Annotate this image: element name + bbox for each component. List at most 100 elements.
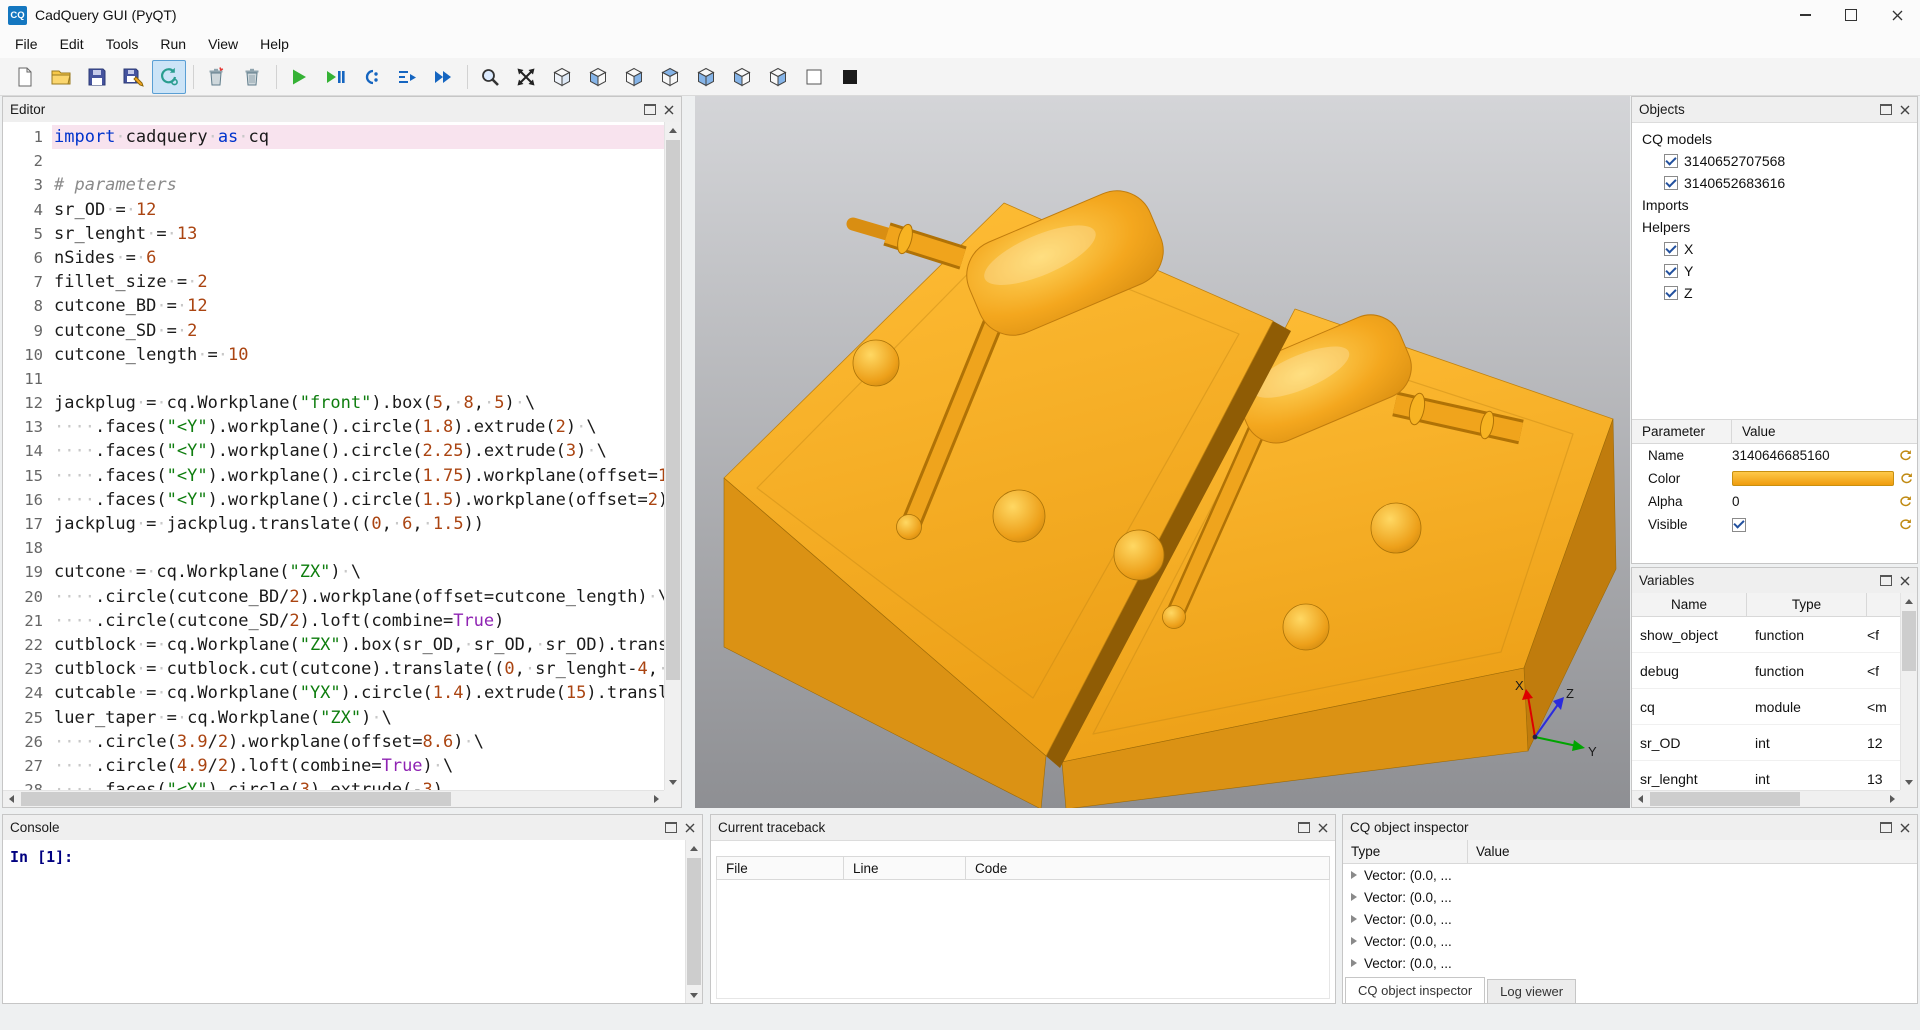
right-view-button[interactable] [761, 60, 795, 94]
console-input-area[interactable]: In [1]: [3, 840, 685, 1003]
float-icon[interactable] [1880, 822, 1892, 833]
code-line-22[interactable]: 22cutblock·=·cq.Workplane("ZX").box(sr_O… [3, 633, 664, 657]
editor-vertical-scrollbar[interactable] [664, 122, 681, 790]
close-icon[interactable] [1318, 823, 1328, 833]
variable-row-sr_OD[interactable]: sr_ODint12 [1632, 725, 1900, 761]
float-icon[interactable] [1298, 822, 1310, 833]
step-in-button[interactable] [390, 60, 424, 94]
iso-view-button[interactable] [545, 60, 579, 94]
scrollbar-thumb[interactable] [21, 792, 451, 806]
save-button[interactable] [80, 60, 114, 94]
code-line-19[interactable]: 19cutcone·=·cq.Workplane("ZX")·\ [3, 560, 664, 584]
scrollbar-thumb[interactable] [1650, 792, 1800, 806]
menu-help[interactable]: Help [249, 30, 300, 58]
color-swatch[interactable] [1732, 471, 1894, 486]
code-line-12[interactable]: 12jackplug·=·cq.Workplane("front").box(5… [3, 391, 664, 415]
tree-item-3140652683616[interactable]: 3140652683616 [1632, 172, 1917, 194]
save-as-button[interactable] [116, 60, 150, 94]
code-line-5[interactable]: 5sr_lenght·=·13 [3, 222, 664, 246]
menu-edit[interactable]: Edit [49, 30, 95, 58]
code-line-11[interactable]: 11 [3, 367, 664, 391]
inspector-row-2[interactable]: Vector: (0.0, ... [1343, 886, 1917, 908]
clear-button[interactable] [199, 60, 233, 94]
code-line-6[interactable]: 6nSides·=·6 [3, 246, 664, 270]
close-icon[interactable] [1900, 823, 1910, 833]
close-icon[interactable] [685, 823, 695, 833]
menu-view[interactable]: View [197, 30, 249, 58]
reset-icon[interactable] [1893, 449, 1917, 462]
tree-item-y[interactable]: Y [1632, 260, 1917, 282]
tab-cq-object-inspector[interactable]: CQ object inspector [1345, 977, 1485, 1003]
float-icon[interactable] [644, 104, 656, 115]
viewport-3d[interactable]: X Z Y [695, 96, 1630, 808]
code-line-16[interactable]: 16····.faces("<Y").workplane().circle(1.… [3, 488, 664, 512]
variable-row-debug[interactable]: debugfunction<f [1632, 653, 1900, 689]
code-line-7[interactable]: 7fillet_size·=·2 [3, 270, 664, 294]
autoreload-button[interactable] [152, 60, 186, 94]
checkbox[interactable] [1664, 176, 1678, 190]
menu-run[interactable]: Run [149, 30, 197, 58]
variable-row-cq[interactable]: cqmodule<m [1632, 689, 1900, 725]
code-line-24[interactable]: 24cutcable·=·cq.Workplane("YX").circle(1… [3, 681, 664, 705]
front-view-button[interactable] [581, 60, 615, 94]
code-line-26[interactable]: 26····.circle(3.9/2).workplane(offset=8.… [3, 730, 664, 754]
run-button[interactable] [282, 60, 316, 94]
wireframe-button[interactable] [797, 60, 831, 94]
scrollbar-thumb[interactable] [1902, 611, 1916, 671]
float-icon[interactable] [665, 822, 677, 833]
expand-icon[interactable] [1351, 915, 1357, 923]
console-vertical-scrollbar[interactable] [685, 840, 702, 1003]
code-line-25[interactable]: 25luer_taper·=·cq.Workplane("ZX")·\ [3, 706, 664, 730]
fit-zoom-button[interactable] [473, 60, 507, 94]
close-icon[interactable] [1900, 576, 1910, 586]
code-editor[interactable]: 1import·cadquery·as·cq23# parameters4sr_… [3, 122, 664, 790]
code-line-13[interactable]: 13····.faces("<Y").workplane().circle(1.… [3, 415, 664, 439]
code-line-8[interactable]: 8cutcone_BD·=·12 [3, 294, 664, 318]
checkbox[interactable] [1664, 286, 1678, 300]
tab-log-viewer[interactable]: Log viewer [1487, 979, 1576, 1003]
checkbox[interactable] [1664, 264, 1678, 278]
tree-item-z[interactable]: Z [1632, 282, 1917, 304]
code-line-1[interactable]: 1import·cadquery·as·cq [3, 125, 664, 149]
tree-item-imports[interactable]: Imports [1632, 194, 1917, 216]
code-line-18[interactable]: 18 [3, 536, 664, 560]
close-icon[interactable] [1900, 105, 1910, 115]
top-view-button[interactable] [653, 60, 687, 94]
maximize-button[interactable] [1828, 0, 1874, 30]
reset-icon[interactable] [1894, 472, 1918, 485]
code-line-15[interactable]: 15····.faces("<Y").workplane().circle(1.… [3, 464, 664, 488]
close-icon[interactable] [664, 105, 674, 115]
code-line-9[interactable]: 9cutcone_SD·=·2 [3, 319, 664, 343]
reset-icon[interactable] [1893, 518, 1917, 531]
tree-item-cq-models[interactable]: CQ models [1632, 128, 1917, 150]
float-icon[interactable] [1880, 575, 1892, 586]
expand-icon[interactable] [1351, 937, 1357, 945]
menu-tools[interactable]: Tools [95, 30, 150, 58]
debug-button[interactable] [318, 60, 352, 94]
continue-button[interactable] [426, 60, 460, 94]
tree-item-helpers[interactable]: Helpers [1632, 216, 1917, 238]
code-line-23[interactable]: 23cutblock·=·cutblock.cut(cutcone).trans… [3, 657, 664, 681]
scrollbar-thumb[interactable] [666, 140, 680, 680]
menu-file[interactable]: File [4, 30, 49, 58]
float-icon[interactable] [1880, 104, 1892, 115]
code-line-4[interactable]: 4sr_OD·=·12 [3, 198, 664, 222]
code-line-20[interactable]: 20····.circle(cutcone_BD/2).workplane(of… [3, 585, 664, 609]
fit-all-button[interactable] [509, 60, 543, 94]
visible-checkbox[interactable] [1732, 518, 1746, 532]
checkbox[interactable] [1664, 242, 1678, 256]
code-line-21[interactable]: 21····.circle(cutcone_SD/2).loft(combine… [3, 609, 664, 633]
code-line-28[interactable]: 28····.faces("<Y").circle(3).extrude(-3) [3, 778, 664, 790]
expand-icon[interactable] [1351, 893, 1357, 901]
delete-button[interactable] [235, 60, 269, 94]
scrollbar-thumb[interactable] [687, 858, 701, 985]
bottom-view-button[interactable] [689, 60, 723, 94]
new-file-button[interactable] [8, 60, 42, 94]
editor-horizontal-scrollbar[interactable] [3, 790, 664, 807]
inspector-row-4[interactable]: Vector: (0.0, ... [1343, 930, 1917, 952]
variables-horizontal-scrollbar[interactable] [1632, 790, 1900, 807]
code-line-27[interactable]: 27····.circle(4.9/2).loft(combine=True)·… [3, 754, 664, 778]
inspector-row-1[interactable]: Vector: (0.0, ... [1343, 864, 1917, 886]
variable-row-sr_lenght[interactable]: sr_lenghtint13 [1632, 761, 1900, 790]
tree-item-x[interactable]: X [1632, 238, 1917, 260]
